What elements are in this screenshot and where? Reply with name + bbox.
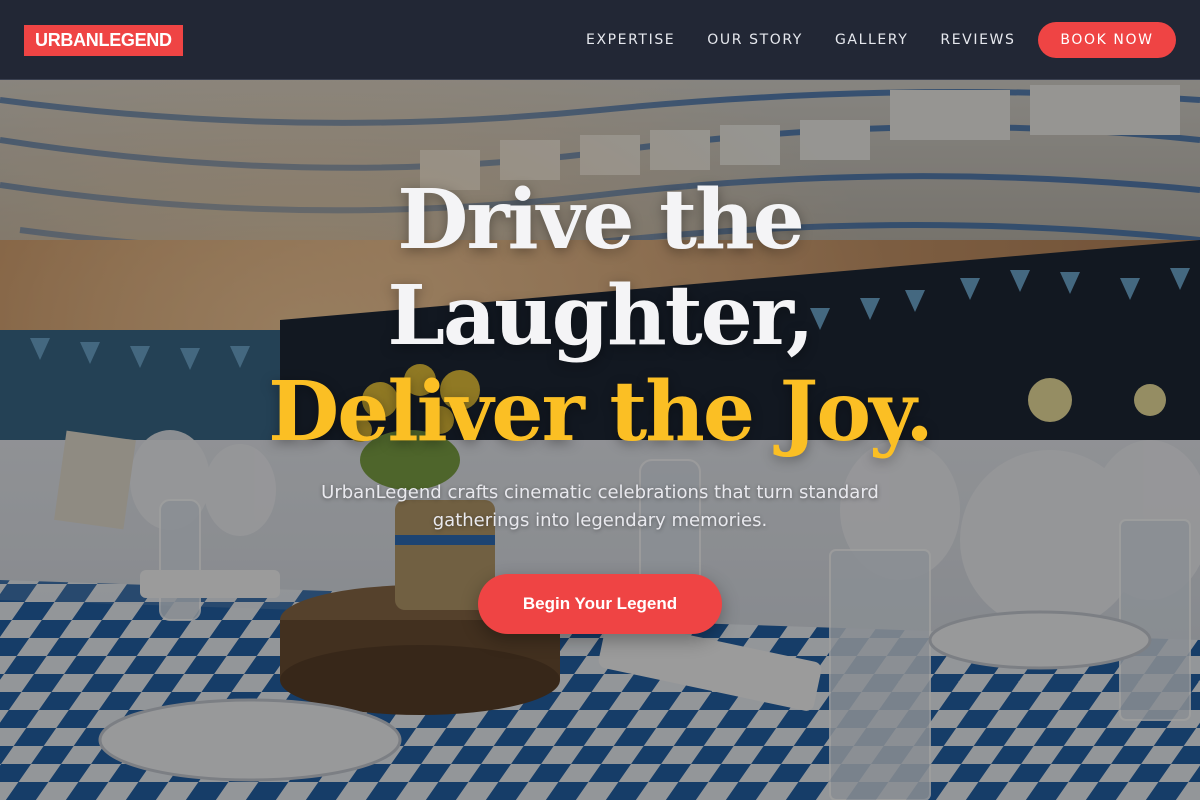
logo[interactable]: URBANLEGEND	[24, 25, 183, 56]
landing-page: URBANLEGEND EXPERTISE OUR STORY GALLERY …	[0, 0, 1200, 800]
nav-link-reviews[interactable]: REVIEWS	[940, 32, 1015, 48]
hero-content: Drive the Laughter, Deliver the Joy. Urb…	[0, 80, 1200, 800]
hero-subtext: UrbanLegend crafts cinematic celebration…	[321, 482, 879, 531]
headline-line-1: Drive the	[397, 172, 805, 268]
nav-links: EXPERTISE OUR STORY GALLERY REVIEWS	[570, 0, 1031, 80]
hero-section: Drive the Laughter, Deliver the Joy. Urb…	[0, 80, 1200, 800]
headline-accent-line: Deliver the Joy.	[268, 364, 934, 460]
nav-link-expertise[interactable]: EXPERTISE	[586, 32, 675, 48]
book-now-button[interactable]: BOOK NOW	[1038, 22, 1176, 58]
begin-your-legend-button[interactable]: Begin Your Legend	[478, 574, 722, 634]
hero-headline: Drive the Laughter, Deliver the Joy.	[0, 172, 1200, 460]
navbar: URBANLEGEND EXPERTISE OUR STORY GALLERY …	[0, 0, 1200, 80]
nav-link-gallery[interactable]: GALLERY	[835, 32, 908, 48]
headline-line-2: Laughter,	[387, 268, 814, 364]
nav-link-our-story[interactable]: OUR STORY	[707, 32, 803, 48]
